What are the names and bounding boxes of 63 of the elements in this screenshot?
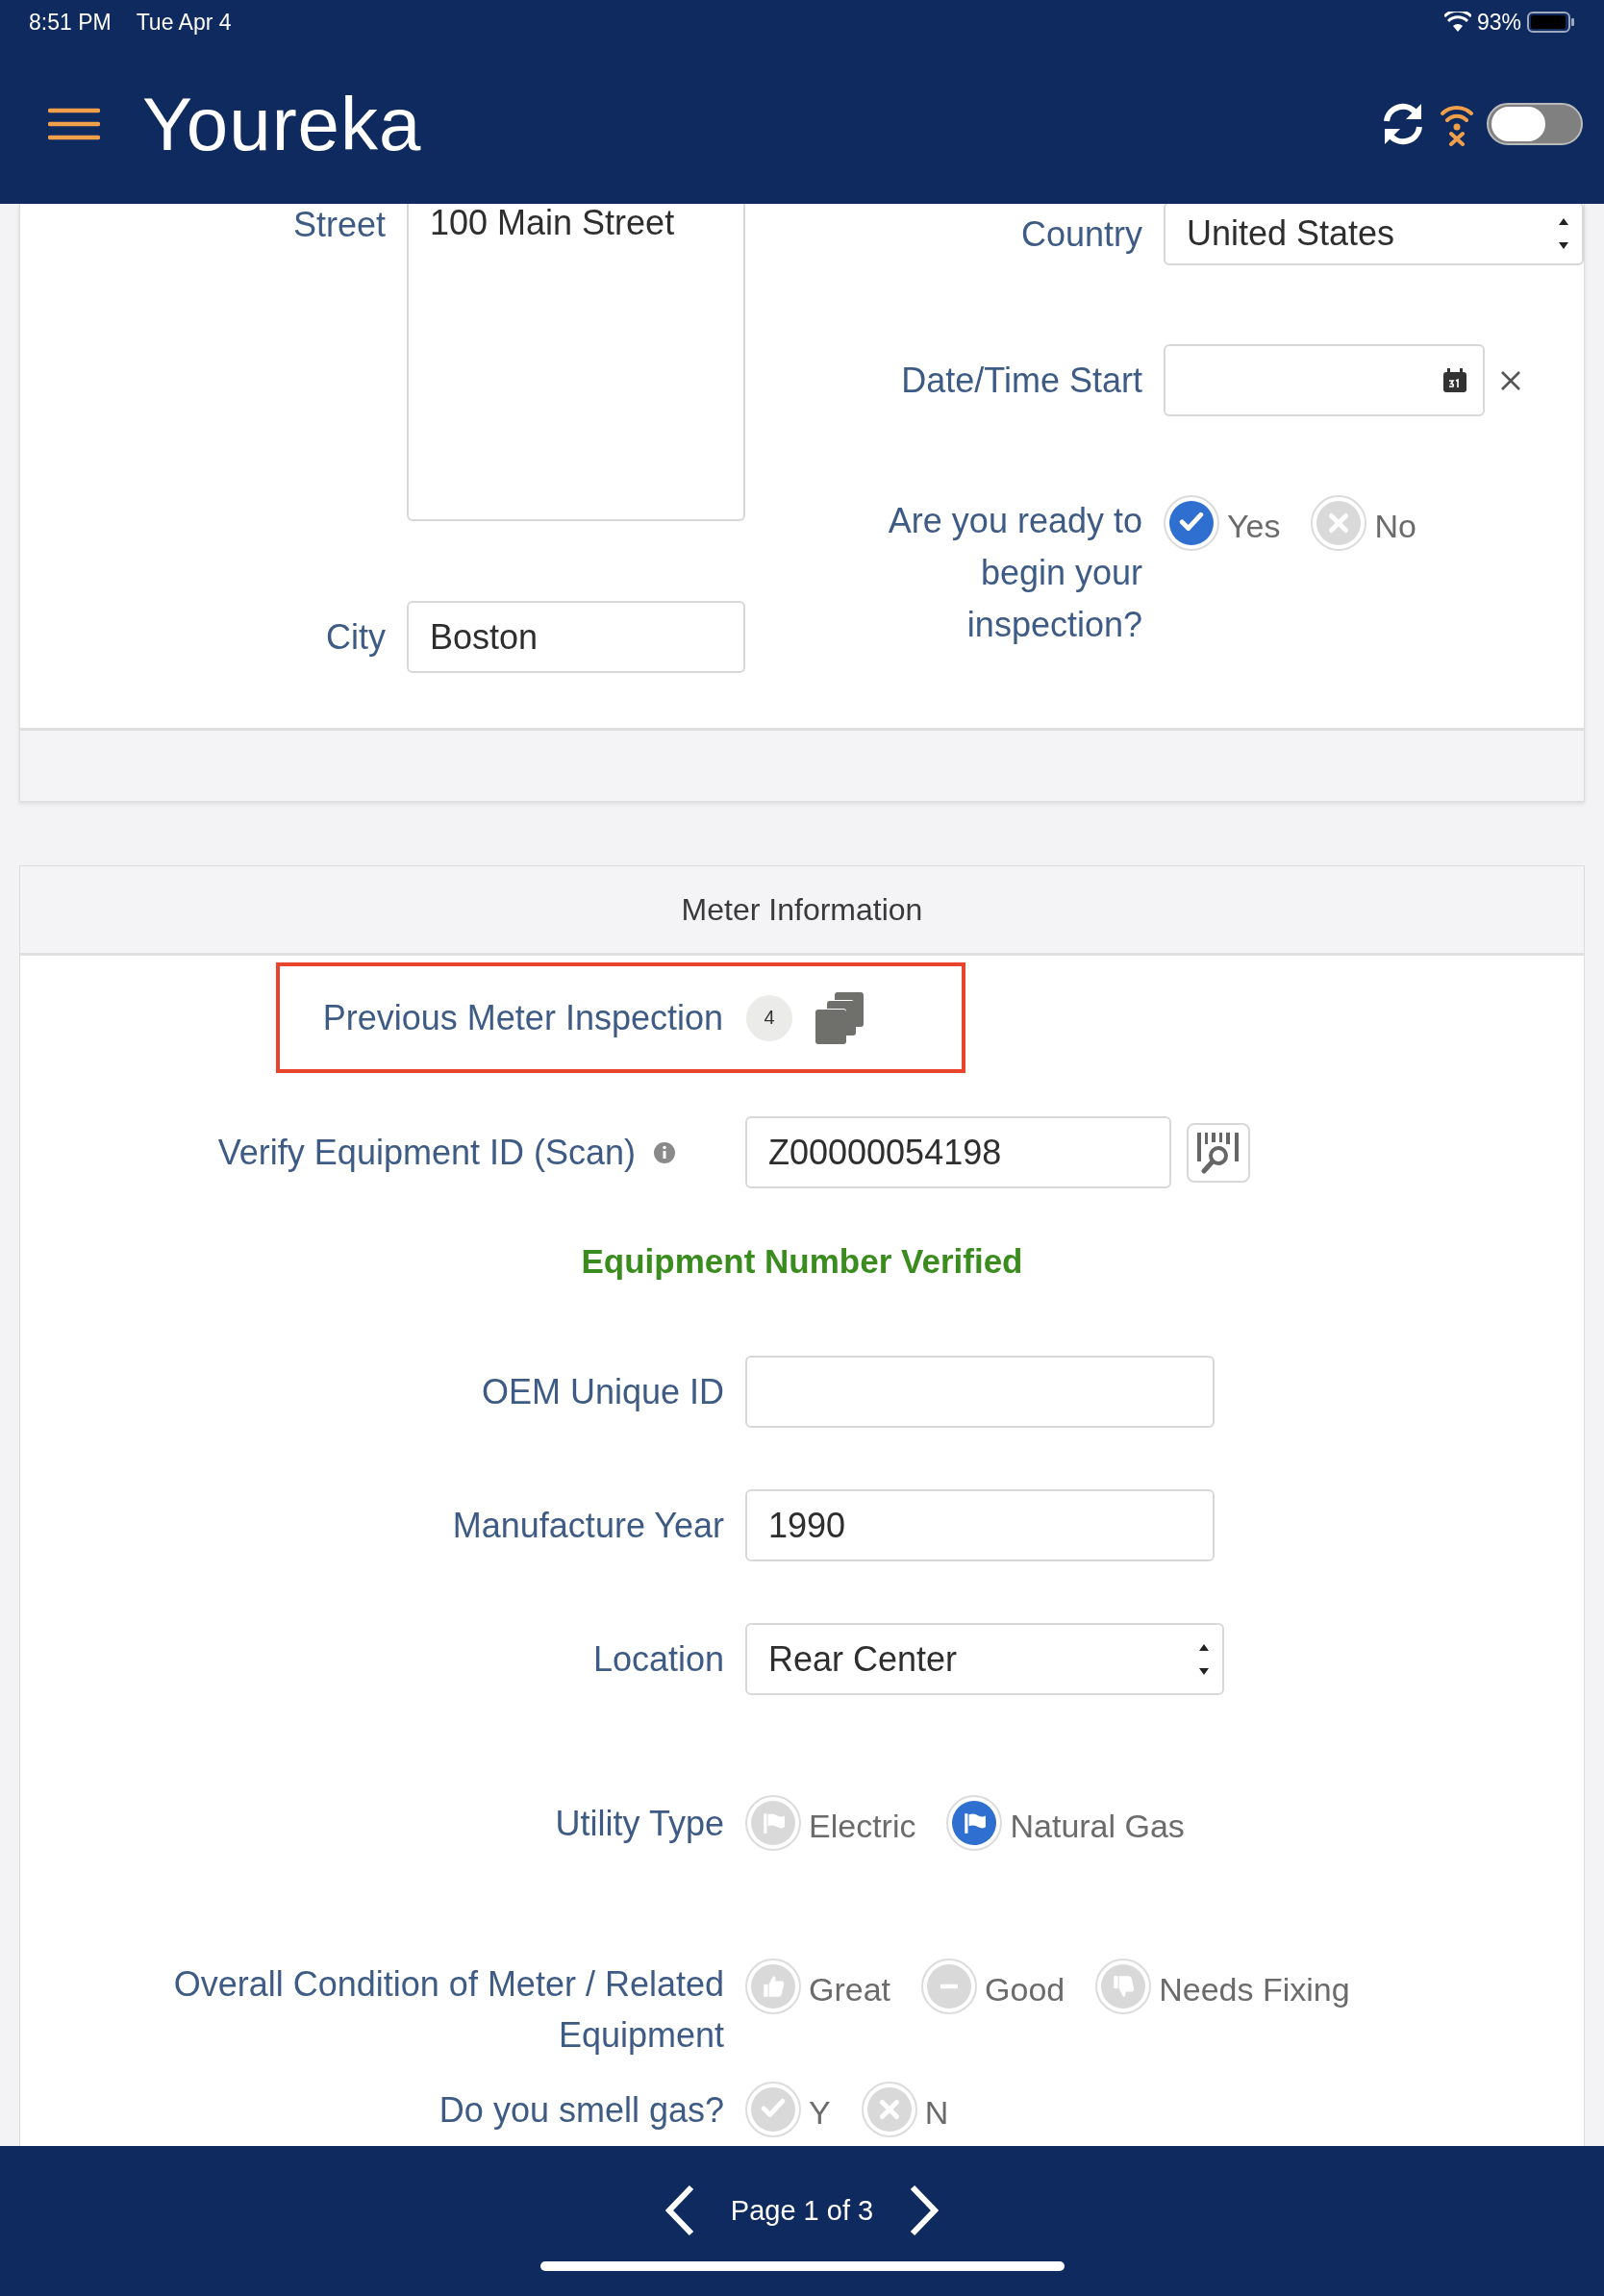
thumbs-up-icon bbox=[761, 1974, 786, 1999]
wifi-icon bbox=[1443, 12, 1471, 33]
thumbs-down-icon bbox=[1111, 1974, 1137, 1999]
battery-icon bbox=[1527, 11, 1575, 34]
sort-arrows-icon bbox=[1557, 216, 1570, 251]
field-label: Do you smell gas? bbox=[439, 2088, 724, 2132]
field-label: Date/Time Start bbox=[900, 359, 1142, 402]
page-indicator: Page 1 of 3 bbox=[730, 2194, 874, 2227]
option-label: No bbox=[1374, 506, 1416, 545]
option-label: Electric bbox=[809, 1806, 916, 1845]
minus-icon bbox=[940, 1984, 960, 1989]
info-icon[interactable] bbox=[653, 1140, 676, 1164]
clear-button[interactable] bbox=[1500, 369, 1521, 391]
radio-button[interactable] bbox=[745, 1959, 801, 2014]
text-area[interactable]: 100 Main Street bbox=[407, 204, 745, 521]
field-label: Street bbox=[291, 204, 386, 246]
field-label: Utility Type bbox=[555, 1802, 724, 1845]
calendar-icon bbox=[1442, 367, 1467, 393]
status-date: Tue Apr 4 bbox=[136, 9, 232, 36]
field-label: Manufacture Year bbox=[451, 1504, 724, 1547]
count-badge: 4 bbox=[746, 994, 792, 1041]
select-field[interactable]: United States bbox=[1164, 204, 1584, 265]
stacked-squares-icon[interactable] bbox=[814, 991, 864, 1044]
field-label: Country bbox=[1019, 213, 1142, 256]
option-label: Great bbox=[809, 1969, 891, 2009]
input-field[interactable]: Z00000054198 bbox=[745, 1116, 1171, 1188]
radio-button[interactable] bbox=[745, 2082, 801, 2137]
field-label: OEM Unique ID bbox=[480, 1370, 724, 1413]
date-field[interactable] bbox=[1164, 344, 1485, 416]
option-label: Natural Gas bbox=[1010, 1806, 1185, 1845]
flag-icon bbox=[962, 1810, 988, 1835]
field-label: Previous Meter Inspection bbox=[321, 996, 723, 1039]
field-label: Overall Condition of Meter / Related Equipment bbox=[172, 1963, 724, 2057]
input-field[interactable] bbox=[745, 1356, 1215, 1428]
radio-button[interactable] bbox=[745, 1795, 801, 1851]
chevron-left-icon bbox=[664, 2184, 694, 2236]
field-label: Verify Equipment ID (Scan) bbox=[217, 1131, 636, 1174]
status-time: 8:51 PM bbox=[29, 9, 112, 36]
verified-message: Equipment Number Verified bbox=[581, 1242, 1023, 1281]
field-label: Are you ready to begin your inspection? bbox=[887, 500, 1142, 646]
bars-magnifier-icon bbox=[1196, 1130, 1241, 1175]
option-label: N bbox=[924, 2092, 949, 2132]
close-icon bbox=[1500, 369, 1521, 391]
radio-button[interactable] bbox=[1164, 495, 1219, 551]
app-logo: Youreka bbox=[142, 80, 422, 168]
chevron-right-icon bbox=[910, 2184, 940, 2236]
option-label: Yes bbox=[1227, 506, 1281, 545]
next-button[interactable] bbox=[910, 2184, 940, 2236]
menu-icon[interactable] bbox=[48, 108, 100, 140]
section-title: Meter Information bbox=[681, 891, 923, 928]
field-label: Location bbox=[591, 1637, 724, 1681]
option-label: Good bbox=[985, 1969, 1065, 2009]
input-field[interactable]: Boston bbox=[407, 601, 745, 673]
option-label: Y bbox=[809, 2092, 831, 2132]
input-field[interactable]: 1990 bbox=[745, 1489, 1215, 1561]
previous-button[interactable] bbox=[664, 2184, 694, 2236]
field-label: City bbox=[325, 615, 386, 659]
toggle-switch[interactable] bbox=[1487, 103, 1583, 145]
scan-button[interactable] bbox=[1187, 1122, 1250, 1183]
battery-percent: 93% bbox=[1476, 9, 1521, 36]
option-label: Needs Fixing bbox=[1159, 1969, 1350, 2009]
flag-icon bbox=[761, 1810, 786, 1835]
select-field[interactable]: Rear Center bbox=[745, 1623, 1224, 1695]
